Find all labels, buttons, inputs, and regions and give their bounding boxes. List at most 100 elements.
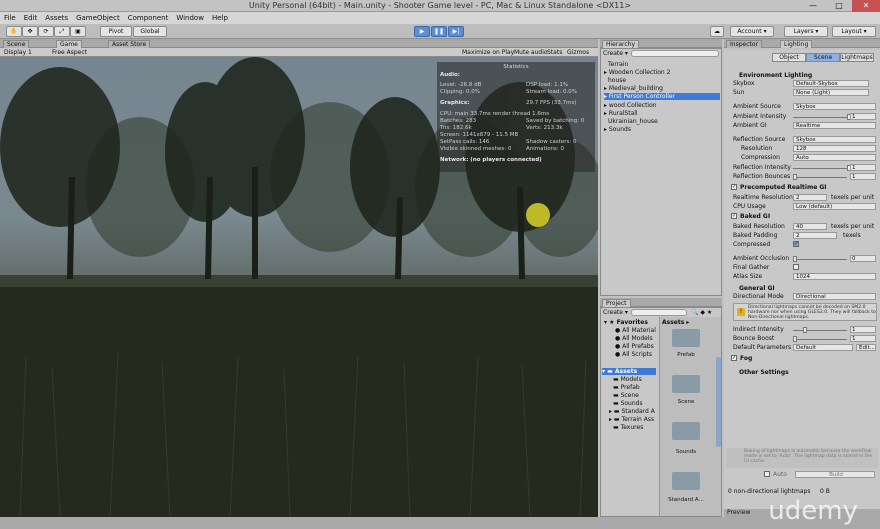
filter-icons[interactable]: 🔍 ◆ ★	[691, 309, 712, 316]
layers-dropdown[interactable]: Layers ▾	[784, 26, 828, 37]
hierarchy-item[interactable]: house	[608, 77, 626, 84]
aspect-dropdown[interactable]: Free Aspect	[52, 49, 87, 56]
asset-folder[interactable]: ▸ ▬ Terrain Ass	[609, 416, 654, 423]
asset-grid-scrollbar[interactable]	[716, 357, 721, 447]
hierarchy-item-selected[interactable]: ▸ First Person Controller	[604, 93, 720, 100]
compressed-checkbox[interactable]: ✓	[793, 241, 799, 247]
favorite-item[interactable]: ● All Scripts	[615, 351, 652, 358]
folder-icon[interactable]	[672, 329, 700, 347]
baked-resolution-field[interactable]: 40	[793, 223, 827, 230]
compression-dropdown[interactable]: Auto	[793, 154, 876, 161]
favorite-item[interactable]: ● All Prefabs	[615, 343, 654, 350]
tab-lighting[interactable]: Lighting	[780, 40, 813, 48]
display-dropdown[interactable]: Display 1	[4, 49, 32, 56]
hierarchy-search-input[interactable]	[631, 50, 719, 57]
ambient-intensity-slider[interactable]	[793, 114, 851, 120]
project-create-button[interactable]: Create ▾	[603, 309, 628, 316]
skybox-field[interactable]: Default-Skybox	[793, 80, 869, 87]
edit-parameters-button[interactable]: Edit...	[856, 344, 876, 351]
reflection-source-dropdown[interactable]: Skybox	[793, 136, 876, 143]
cpu-usage-dropdown[interactable]: Low (default)	[793, 203, 876, 210]
default-parameters-dropdown[interactable]: Default	[793, 344, 853, 351]
auto-bake-checkbox[interactable]	[764, 471, 770, 477]
ambient-source-dropdown[interactable]: Skybox	[793, 103, 876, 110]
folder-icon[interactable]	[672, 472, 700, 490]
mute-audio-toggle[interactable]: Mute audio	[514, 49, 548, 56]
scale-tool-icon[interactable]: ⤢	[54, 26, 70, 37]
account-dropdown[interactable]: Account ▾	[730, 26, 774, 37]
slider-knob[interactable]	[793, 256, 797, 262]
hierarchy-item[interactable]: ▸ wood Collection	[604, 102, 657, 109]
sun-field[interactable]: None (Light)	[793, 89, 869, 96]
directional-mode-dropdown[interactable]: Directional	[793, 293, 876, 300]
ambient-gi-dropdown[interactable]: Realtime	[793, 122, 876, 129]
asset-folder[interactable]: ▬ Models	[613, 376, 642, 383]
reflection-intensity-value[interactable]: 1	[850, 164, 876, 171]
project-search-input[interactable]	[631, 309, 687, 316]
asset-folder[interactable]: ▬ Prefab	[613, 384, 640, 391]
subtab-object[interactable]: Object	[772, 53, 806, 62]
favorite-item[interactable]: ● All Models	[615, 335, 653, 342]
subtab-scene[interactable]: Scene	[806, 53, 840, 62]
minimize-button[interactable]: —	[802, 0, 824, 12]
ambient-occlusion-value[interactable]: 0	[850, 255, 876, 262]
layout-dropdown[interactable]: Layout ▾	[832, 26, 876, 37]
reflection-intensity-slider[interactable]	[793, 165, 851, 171]
pause-icon[interactable]: ❚❚	[431, 26, 447, 37]
reflection-bounces-slider[interactable]	[793, 174, 847, 180]
folder-icon[interactable]	[672, 422, 700, 440]
ambient-intensity-value[interactable]: 1	[850, 113, 876, 120]
indirect-intensity-slider[interactable]	[793, 327, 847, 333]
favorite-item[interactable]: ● All Material	[615, 327, 656, 334]
subtab-lightmaps[interactable]: Lightmaps	[840, 53, 874, 62]
build-button[interactable]: Build	[795, 471, 875, 478]
maximize-button[interactable]: □	[828, 0, 850, 12]
hierarchy-create-button[interactable]: Create ▾	[603, 50, 628, 57]
asset-folder[interactable]: ▬ Scene	[613, 392, 639, 399]
slider-knob[interactable]	[793, 336, 797, 342]
hierarchy-item[interactable]: ▸ Medieval_building	[604, 85, 663, 92]
close-button[interactable]: ✕	[852, 0, 880, 12]
hierarchy-item[interactable]: ▸ RuralStall	[604, 110, 638, 117]
realtime-resolution-field[interactable]: 2	[793, 194, 827, 201]
folder-icon[interactable]	[672, 375, 700, 393]
hierarchy-item[interactable]: ▸ Sounds	[604, 126, 631, 133]
hierarchy-item[interactable]: ▸ Wooden Collection 2	[604, 69, 670, 76]
menu-edit[interactable]: Edit	[20, 14, 42, 22]
move-tool-icon[interactable]: ✥	[22, 26, 38, 37]
rotate-tool-icon[interactable]: ⟳	[38, 26, 54, 37]
tab-asset-store[interactable]: Asset Store	[108, 40, 151, 48]
global-toggle[interactable]: Global	[133, 26, 167, 37]
bounce-boost-slider[interactable]	[793, 336, 847, 342]
tab-project[interactable]: Project	[602, 299, 631, 307]
menu-gameobject[interactable]: GameObject	[72, 14, 124, 22]
baked-gi-checkbox[interactable]: ✓	[731, 213, 737, 219]
play-icon[interactable]: ▶	[414, 26, 430, 37]
menu-window[interactable]: Window	[172, 14, 208, 22]
hierarchy-item[interactable]: Terrain	[608, 61, 628, 68]
menu-help[interactable]: Help	[208, 14, 232, 22]
gizmos-dropdown[interactable]: Gizmos	[567, 49, 589, 56]
fog-checkbox[interactable]: ✓	[731, 355, 737, 361]
asset-folder[interactable]: ▬ Sounds	[613, 400, 643, 407]
rect-tool-icon[interactable]: ▣	[70, 26, 86, 37]
atlas-size-dropdown[interactable]: 1024	[793, 273, 876, 280]
pivot-toggle[interactable]: Pivot	[100, 26, 132, 37]
precomputed-gi-checkbox[interactable]: ✓	[731, 184, 737, 190]
tab-inspector[interactable]: Inspector	[726, 40, 762, 48]
menu-file[interactable]: File	[0, 14, 20, 22]
menu-component[interactable]: Component	[124, 14, 173, 22]
hierarchy-item[interactable]: Ukrainian_house	[608, 118, 658, 125]
tab-scene[interactable]: Scene	[3, 40, 30, 48]
ambient-occlusion-slider[interactable]	[793, 256, 847, 262]
indirect-intensity-value[interactable]: 1	[850, 326, 876, 333]
maximize-on-play-toggle[interactable]: Maximize on Play	[462, 49, 514, 56]
assets-folder-selected[interactable]: ▾ ▬ Assets	[602, 368, 656, 375]
resolution-dropdown[interactable]: 128	[793, 145, 876, 152]
asset-folder[interactable]: ▸ ▬ Standard A	[609, 408, 655, 415]
menu-assets[interactable]: Assets	[41, 14, 72, 22]
favorites-heading[interactable]: ▾ ★ Favorites	[604, 319, 648, 326]
stats-toggle[interactable]: Stats	[547, 49, 562, 56]
cloud-icon[interactable]: ☁	[710, 26, 724, 37]
slider-knob[interactable]	[803, 327, 807, 333]
